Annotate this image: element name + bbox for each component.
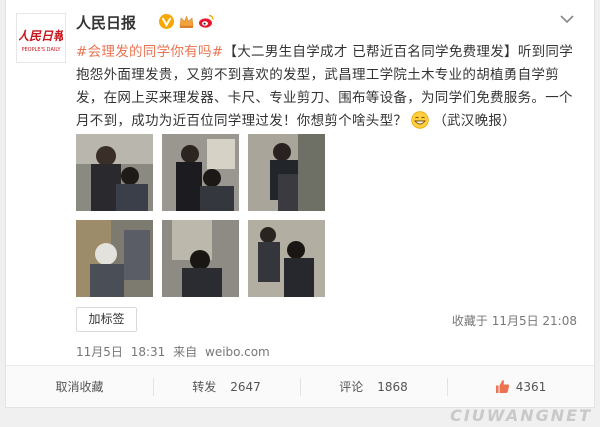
verified-icon[interactable]	[158, 13, 175, 30]
user-badges	[158, 13, 215, 31]
post-meta: 11月5日 18:31 来自 weibo.com	[76, 343, 274, 360]
photo-thumbnail[interactable]	[162, 220, 239, 297]
post-date[interactable]: 11月5日	[76, 345, 123, 359]
thumbs-up-icon	[495, 380, 509, 393]
favorited-time: 收藏于 11月5日 21:08	[451, 314, 577, 328]
repost-label: 转发	[192, 380, 217, 394]
grin-emoji-icon	[411, 111, 429, 129]
unfavorite-button[interactable]: 取消收藏	[6, 366, 153, 407]
crown-icon[interactable]	[178, 13, 195, 30]
watermark: CIUWANGNET	[450, 406, 592, 425]
photo-thumbnail[interactable]	[76, 134, 153, 211]
svg-text:人民日報: 人民日報	[19, 29, 63, 43]
post-text: #会理发的同学你有吗#【大二男生自学成才 已帮近百名同学免费理发】听到同学抱怨外…	[76, 41, 581, 133]
weibo-post-card: 人民日報 PEOPLE'S DAILY 人民日报 #会理发的同学你有吗#【大二男…	[5, 0, 595, 408]
repost-count: 2647	[230, 379, 261, 394]
avatar[interactable]: 人民日報 PEOPLE'S DAILY	[16, 13, 66, 63]
repost-button[interactable]: 转发 2647	[153, 366, 300, 407]
client-link[interactable]: weibo.com	[205, 345, 270, 359]
comment-label: 评论	[339, 380, 364, 394]
weibo-icon[interactable]	[198, 13, 215, 30]
photo-thumbnail[interactable]	[162, 134, 239, 211]
from-label: 来自	[173, 345, 198, 359]
caret-down-icon[interactable]	[560, 14, 574, 24]
like-button[interactable]: 4361	[447, 366, 594, 407]
username[interactable]: 人民日报	[76, 12, 136, 33]
people-daily-logo: 人民日報 PEOPLE'S DAILY	[19, 16, 63, 60]
photo-thumbnail[interactable]	[248, 134, 325, 211]
unfavorite-label: 取消收藏	[55, 380, 104, 394]
photo-grid	[76, 134, 326, 300]
like-count: 4361	[515, 379, 547, 394]
photo-thumbnail[interactable]	[248, 220, 325, 297]
post-source: （武汉晚报）	[433, 113, 517, 129]
hashtag-link[interactable]: #会理发的同学你有吗#	[76, 44, 223, 60]
comment-count: 1868	[377, 379, 408, 394]
comment-button[interactable]: 评论 1868	[300, 366, 447, 407]
action-bar: 取消收藏 转发 2647 评论 1868 4361	[6, 365, 594, 407]
svg-text:PEOPLE'S DAILY: PEOPLE'S DAILY	[21, 47, 61, 53]
photo-thumbnail[interactable]	[76, 220, 153, 297]
add-tag-button[interactable]: 加标签	[76, 307, 137, 332]
post-time[interactable]: 18:31	[131, 345, 166, 359]
